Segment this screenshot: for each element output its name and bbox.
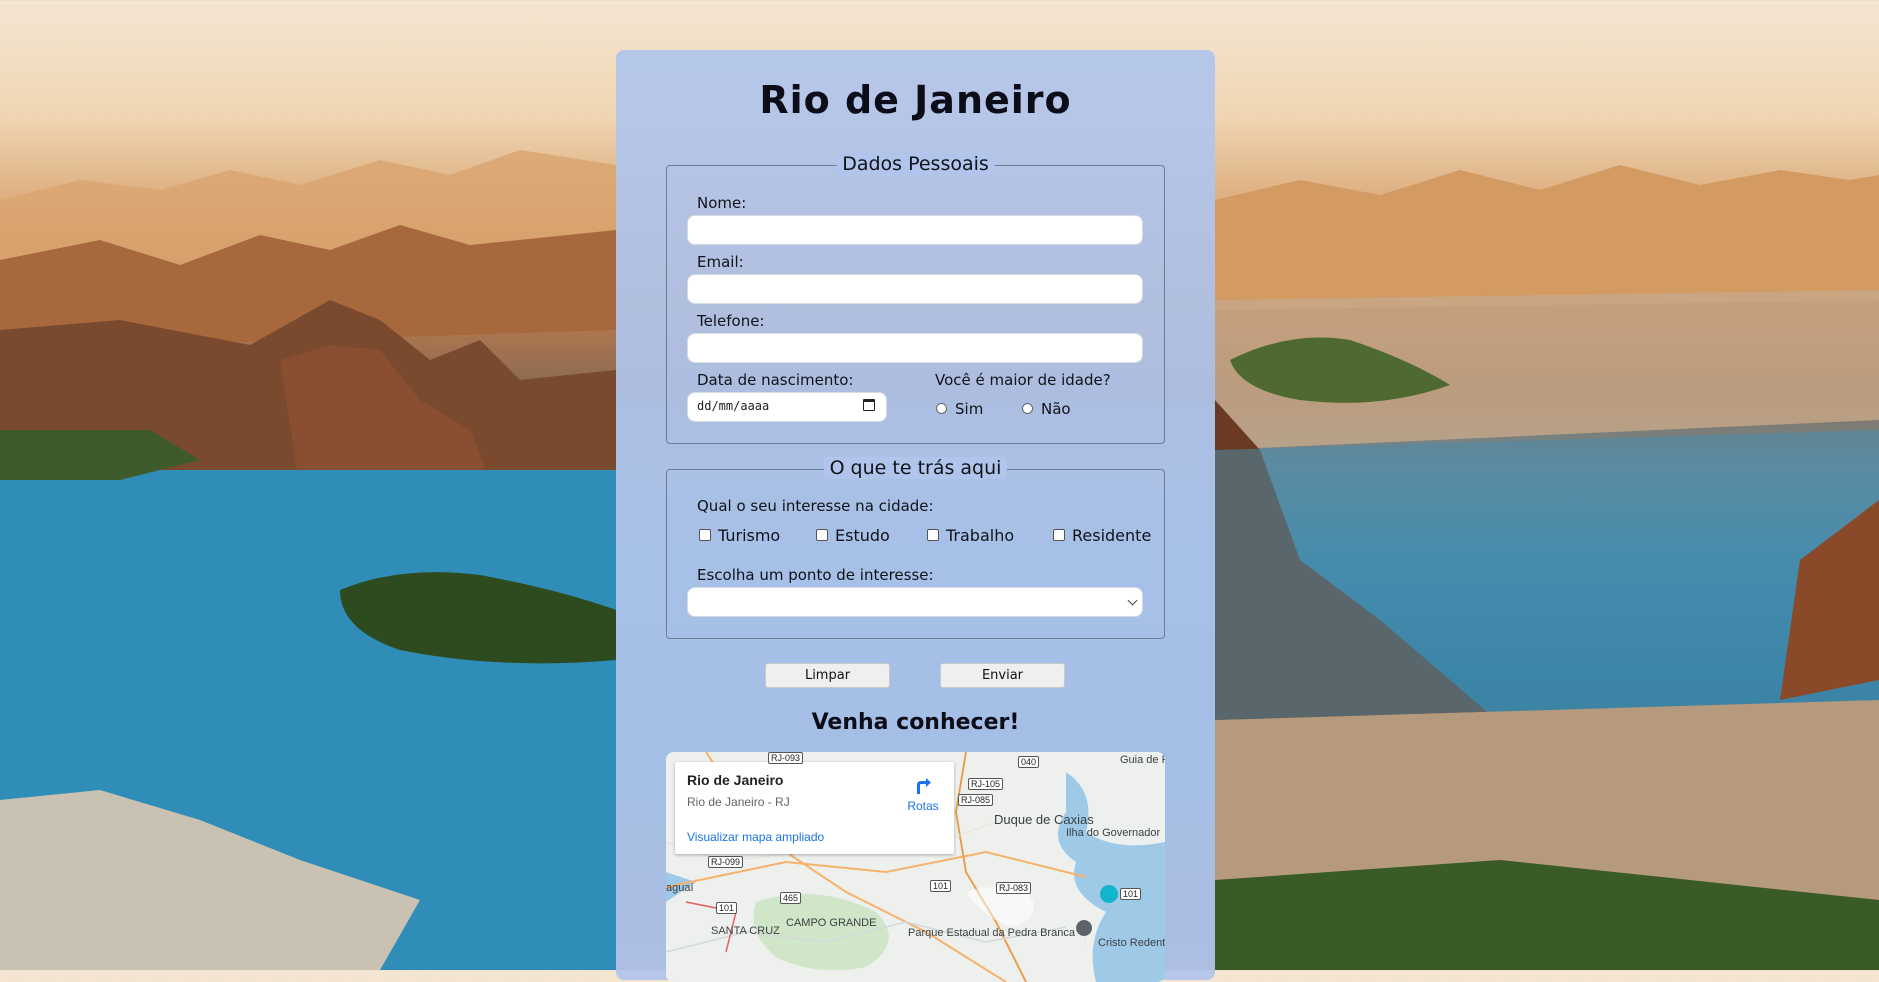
adult-no-radio[interactable]	[1022, 403, 1033, 414]
phone-label: Telefone:	[697, 312, 765, 330]
map-shield: RJ-105	[968, 778, 1004, 790]
map-embed[interactable]: Rio de Janeiro Rio de Janeiro - RJ Visua…	[666, 752, 1165, 982]
calendar-icon[interactable]	[863, 399, 875, 411]
adult-yes-radio[interactable]	[936, 403, 947, 414]
interest-question-label: Qual o seu interesse na cidade:	[697, 497, 934, 515]
poi-label: Escolha um ponto de interesse:	[697, 566, 934, 584]
map-label-campo-grande: CAMPO GRANDE	[786, 917, 877, 929]
map-place-card: Rio de Janeiro Rio de Janeiro - RJ Visua…	[675, 762, 954, 854]
view-larger-map-link[interactable]: Visualizar mapa ampliado	[687, 830, 824, 844]
directions-label: Rotas	[907, 799, 939, 813]
poi-select[interactable]	[687, 587, 1143, 617]
page-title: Rio de Janeiro	[759, 78, 1072, 122]
directions-button[interactable]: Rotas	[903, 774, 943, 813]
interest-resident-checkbox[interactable]	[1053, 529, 1065, 541]
interest-study-checkbox[interactable]	[816, 529, 828, 541]
interest-work-checkbox[interactable]	[927, 529, 939, 541]
name-input[interactable]	[687, 215, 1143, 245]
interest-tourism-checkbox[interactable]	[699, 529, 711, 541]
personal-data-legend: Dados Pessoais	[836, 153, 995, 175]
birth-date-input[interactable]: dd/mm/aaaa	[687, 392, 887, 422]
adult-yes-label: Sim	[955, 400, 984, 418]
map-label-itaguai: aguaí	[666, 882, 694, 894]
map-label-ilha-governador: Ilha do Governador	[1066, 827, 1161, 839]
map-shield: RJ-099	[708, 856, 744, 868]
map-label-duque-de-caxias: Duque de Caxias	[994, 812, 1094, 827]
map-shield: 101	[716, 902, 738, 914]
map-shield: RJ-093	[768, 752, 804, 764]
interest-work-label: Trabalho	[946, 526, 1015, 545]
send-button[interactable]: Enviar	[940, 663, 1065, 688]
map-shield: 465	[780, 892, 802, 904]
adult-no-label: Não	[1041, 400, 1071, 418]
map-shield: 101	[930, 880, 952, 892]
map-shield: 101	[1120, 888, 1142, 900]
chevron-down-icon	[1127, 595, 1138, 606]
phone-input[interactable]	[687, 333, 1143, 363]
directions-icon	[917, 778, 931, 794]
map-shield: RJ-083	[996, 882, 1032, 894]
interest-resident-label: Residente	[1072, 526, 1152, 545]
interest-tourism-label: Turismo	[718, 526, 781, 545]
birth-date-placeholder: dd/mm/aaaa	[697, 399, 770, 413]
interest-study-label: Estudo	[835, 526, 890, 545]
adult-question-label: Você é maior de idade?	[935, 371, 1111, 389]
clear-button[interactable]: Limpar	[765, 663, 890, 688]
map-label-pedra-branca: Parque Estadual da Pedra Branca	[908, 927, 1075, 939]
email-input[interactable]	[687, 274, 1143, 304]
birth-date-label: Data de nascimento:	[697, 371, 854, 389]
map-shield: 040	[1018, 756, 1040, 768]
email-label: Email:	[697, 253, 744, 271]
map-label-santa-cruz: SANTA CRUZ	[711, 925, 780, 937]
name-label: Nome:	[697, 194, 747, 212]
map-shield: RJ-085	[958, 794, 994, 806]
interest-legend: O que te trás aqui	[823, 457, 1008, 479]
map-place-subtitle: Rio de Janeiro - RJ	[687, 795, 790, 809]
map-label-pacobaiba: Guia de Pacobaíba	[1120, 754, 1165, 766]
map-place-title: Rio de Janeiro	[687, 772, 784, 788]
subtitle: Venha conhecer!	[811, 710, 1020, 735]
map-label-cristo-redentor: Cristo Redentor	[1098, 937, 1165, 949]
